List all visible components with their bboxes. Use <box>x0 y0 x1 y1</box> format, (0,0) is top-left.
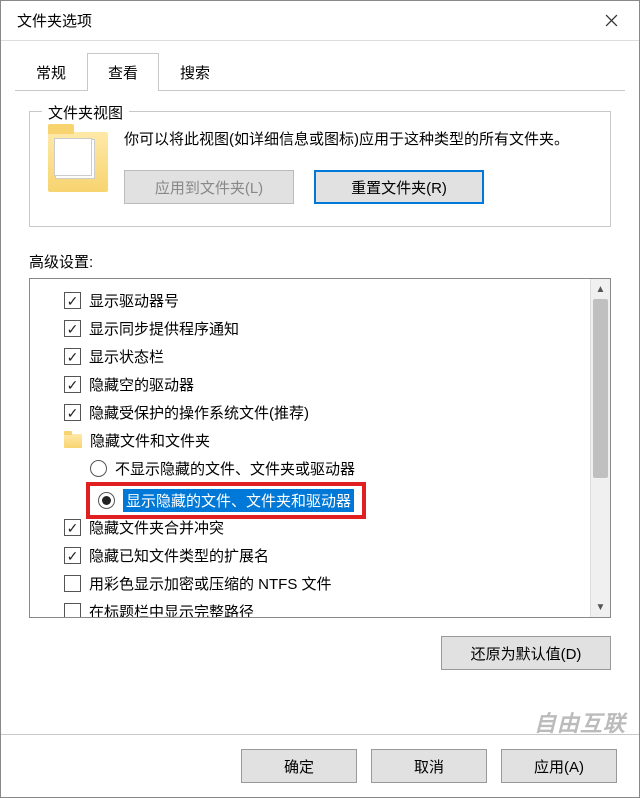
folder-options-dialog: 文件夹选项 常规 查看 搜索 文件夹视图 你可以将此视图(如详细信息或图标)应用… <box>0 0 640 798</box>
close-icon <box>605 14 618 27</box>
tree-item-label: 隐藏空的驱动器 <box>89 374 194 395</box>
tree-item-label: 显示驱动器号 <box>89 290 179 311</box>
highlighted-option: 显示隐藏的文件、文件夹和驱动器 <box>86 482 366 519</box>
ok-button[interactable]: 确定 <box>241 749 357 783</box>
tab-general[interactable]: 常规 <box>15 53 87 91</box>
checkbox-icon[interactable]: ✓ <box>64 348 81 365</box>
view-panel: 文件夹视图 你可以将此视图(如详细信息或图标)应用于这种类型的所有文件夹。 应用… <box>1 91 639 797</box>
window-title: 文件夹选项 <box>17 10 92 31</box>
scroll-up-arrow[interactable]: ▲ <box>591 279 610 299</box>
advanced-settings-tree[interactable]: ✓ 显示驱动器号 ✓ 显示同步提供程序通知 ✓ 显示状态栏 ✓ 隐藏空的驱动器 ✓ 隐藏受保护的操… <box>29 278 611 618</box>
tree-item[interactable]: 不显示隐藏的文件、文件夹或驱动器 <box>38 455 586 482</box>
tree-item[interactable]: ✓ 隐藏受保护的操作系统文件(推荐) <box>38 399 586 426</box>
tree-item-label: 隐藏文件和文件夹 <box>90 430 210 451</box>
tree-item-label: 隐藏已知文件类型的扩展名 <box>89 545 269 566</box>
tree-item-label: 在标题栏中显示完整路径 <box>89 601 254 617</box>
reset-folders-button[interactable]: 重置文件夹(R) <box>314 170 484 204</box>
apply-button[interactable]: 应用(A) <box>501 749 617 783</box>
folder-view-description: 你可以将此视图(如详细信息或图标)应用于这种类型的所有文件夹。 <box>124 128 592 152</box>
restore-defaults-button[interactable]: 还原为默认值(D) <box>441 636 611 670</box>
tab-search[interactable]: 搜索 <box>159 53 231 91</box>
scrollbar[interactable]: ▲ ▼ <box>590 279 610 617</box>
checkbox-icon[interactable] <box>64 603 81 617</box>
checkbox-icon[interactable]: ✓ <box>64 376 81 393</box>
checkbox-icon[interactable] <box>64 575 81 592</box>
tree-item[interactable]: 显示隐藏的文件、文件夹和驱动器 <box>38 479 586 522</box>
folder-icon <box>48 132 108 192</box>
tree-item[interactable]: ✓ 隐藏已知文件类型的扩展名 <box>38 542 586 569</box>
tree-item-label: 显示隐藏的文件、文件夹和驱动器 <box>123 489 354 512</box>
tree-item-label: 隐藏受保护的操作系统文件(推荐) <box>89 402 309 423</box>
advanced-settings-label: 高级设置: <box>29 251 611 272</box>
tree-item[interactable]: ✓ 显示状态栏 <box>38 343 586 370</box>
cancel-button[interactable]: 取消 <box>371 749 487 783</box>
apply-to-folders-button[interactable]: 应用到文件夹(L) <box>124 170 294 204</box>
close-button[interactable] <box>593 3 629 39</box>
scroll-track[interactable] <box>591 299 610 597</box>
radio-icon[interactable] <box>98 492 115 509</box>
checkbox-icon[interactable]: ✓ <box>64 404 81 421</box>
scroll-thumb[interactable] <box>593 299 608 478</box>
radio-icon[interactable] <box>90 460 107 477</box>
tree-item[interactable]: ✓ 隐藏空的驱动器 <box>38 371 586 398</box>
folder-mini-icon <box>64 434 82 448</box>
tree-item-label: 不显示隐藏的文件、文件夹或驱动器 <box>115 458 355 479</box>
tab-view[interactable]: 查看 <box>87 53 159 91</box>
tree-item-label: 用彩色显示加密或压缩的 NTFS 文件 <box>89 573 332 594</box>
tree-item[interactable]: 隐藏文件和文件夹 <box>38 427 586 454</box>
tree-item[interactable]: 用彩色显示加密或压缩的 NTFS 文件 <box>38 570 586 597</box>
titlebar: 文件夹选项 <box>1 1 639 41</box>
dialog-buttons: 确定 取消 应用(A) <box>1 734 639 783</box>
tree-list: ✓ 显示驱动器号 ✓ 显示同步提供程序通知 ✓ 显示状态栏 ✓ 隐藏空的驱动器 ✓ 隐藏受保护的操… <box>30 279 590 617</box>
tree-item-label: 显示同步提供程序通知 <box>89 318 239 339</box>
tree-item[interactable]: 在标题栏中显示完整路径 <box>38 598 586 617</box>
folder-view-legend: 文件夹视图 <box>42 102 129 123</box>
checkbox-icon[interactable]: ✓ <box>64 320 81 337</box>
tabs: 常规 查看 搜索 <box>1 41 639 91</box>
tree-item-label: 显示状态栏 <box>89 346 164 367</box>
scroll-down-arrow[interactable]: ▼ <box>591 597 610 617</box>
checkbox-icon[interactable]: ✓ <box>64 292 81 309</box>
folder-view-fieldset: 文件夹视图 你可以将此视图(如详细信息或图标)应用于这种类型的所有文件夹。 应用… <box>29 111 611 227</box>
checkbox-icon[interactable]: ✓ <box>64 547 81 564</box>
tree-item[interactable]: ✓ 显示同步提供程序通知 <box>38 315 586 342</box>
tree-item[interactable]: ✓ 显示驱动器号 <box>38 287 586 314</box>
